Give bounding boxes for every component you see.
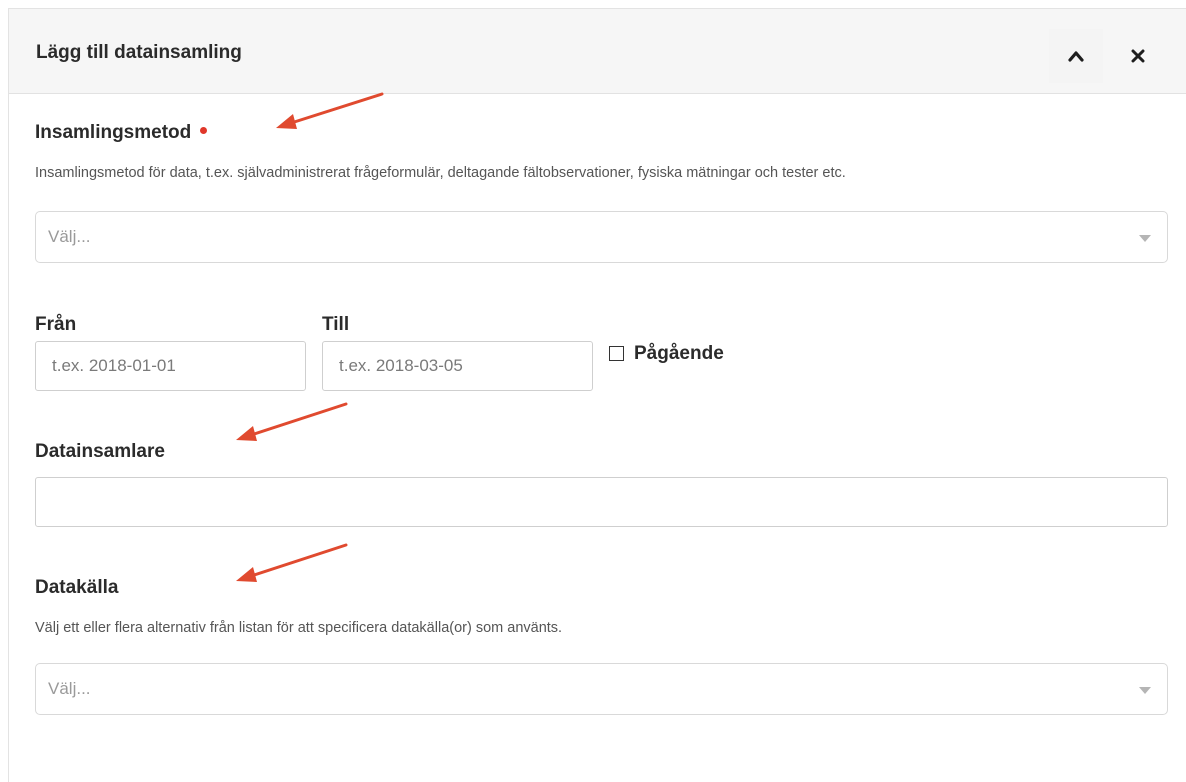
to-date-input[interactable]: t.ex. 2018-03-05: [322, 341, 593, 391]
data-source-placeholder: Välj...: [48, 679, 91, 698]
data-source-label: Datakälla: [35, 577, 119, 598]
collection-method-label-text: Insamlingsmetod: [35, 122, 192, 143]
data-collector-label: Datainsamlare: [35, 441, 165, 462]
to-label: Till: [322, 314, 350, 335]
ongoing-label: Pågående: [634, 343, 724, 364]
collection-method-select[interactable]: Välj...: [35, 211, 1168, 263]
to-date-placeholder: t.ex. 2018-03-05: [339, 356, 463, 375]
close-button[interactable]: [1111, 29, 1165, 83]
from-label: Från: [35, 314, 77, 335]
required-indicator: [200, 127, 208, 135]
collapse-button[interactable]: [1049, 29, 1103, 83]
from-date-placeholder: t.ex. 2018-01-01: [52, 356, 176, 375]
chevron-up-icon: [1068, 51, 1084, 62]
collection-method-placeholder: Välj...: [48, 227, 91, 246]
panel-header: Lägg till datainsamling: [9, 9, 1186, 94]
data-collector-input[interactable]: [35, 477, 1168, 527]
close-icon: [1131, 49, 1145, 63]
collection-method-help: Insamlingsmetod för data, t.ex. självadm…: [35, 165, 846, 181]
data-source-select[interactable]: Välj...: [35, 663, 1168, 715]
ongoing-checkbox[interactable]: [609, 346, 624, 361]
panel-title: Lägg till datainsamling: [36, 42, 242, 63]
data-source-help: Välj ett eller flera alternativ från lis…: [35, 620, 563, 636]
dropdown-caret-icon: [1139, 235, 1151, 242]
dropdown-caret-icon: [1139, 687, 1151, 694]
from-date-input[interactable]: t.ex. 2018-01-01: [35, 341, 306, 391]
collection-method-label: Insamlingsmetod: [35, 122, 208, 144]
